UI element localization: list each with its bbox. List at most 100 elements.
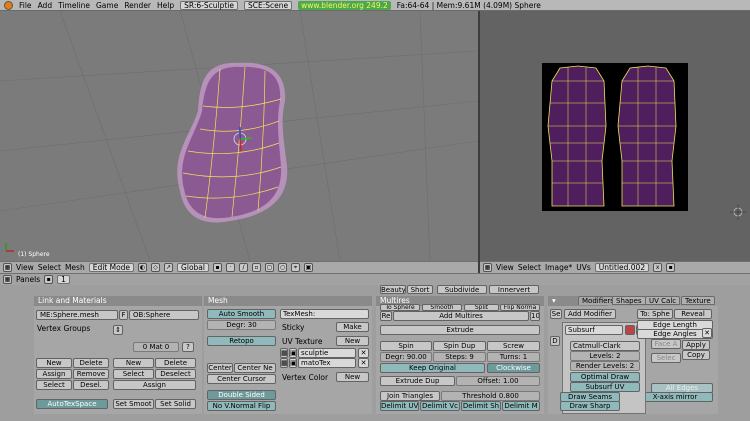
fake-user-button[interactable]: F <box>119 310 128 320</box>
set-solid-button[interactable]: Set Solid <box>155 399 196 409</box>
smooth-degree-field[interactable]: Degr: 30 <box>207 320 276 330</box>
autotexspace-toggle[interactable]: AutoTexSpace <box>36 399 108 409</box>
vgroup-select-button[interactable]: Select <box>36 380 72 390</box>
keep-original-toggle[interactable]: Keep Original <box>380 363 485 373</box>
menu-help[interactable]: Help <box>157 1 174 10</box>
retopo-toggle[interactable]: Retopo <box>207 336 276 346</box>
screw-button[interactable]: Screw <box>487 341 540 351</box>
uv-layer2-active-icon[interactable]: ▦ <box>280 358 288 368</box>
material-select-button[interactable]: Select <box>113 369 154 379</box>
uv-editor-viewport[interactable] <box>480 11 750 261</box>
spin-degrees-field[interactable]: Degr: 90.00 <box>380 352 432 362</box>
peek-se-button[interactable]: Se <box>550 309 562 319</box>
uv-menu-image[interactable]: Image* <box>545 263 572 272</box>
delimit-mat-toggle[interactable]: Delimit M <box>502 401 540 411</box>
multires-level-field[interactable]: 10 <box>530 311 540 321</box>
uv-layer2-delete-icon[interactable]: ✕ <box>358 358 369 368</box>
peek-flip-normals-button[interactable]: Flip Norma <box>500 304 540 311</box>
editor-type-icon[interactable]: ▦ <box>3 263 12 272</box>
peek-d-button[interactable]: D <box>550 336 560 346</box>
edge-select-icon[interactable]: / <box>238 263 248 272</box>
pivot-icon[interactable]: ◇ <box>151 263 161 272</box>
peek-subdivide-button[interactable]: Subdivide <box>437 285 487 294</box>
reveal-button[interactable]: Reveal <box>674 309 712 319</box>
uv-texture-new-button[interactable]: New <box>336 336 369 346</box>
add-modifier-menu[interactable]: Add Modifier <box>564 309 616 319</box>
center-cursor-button[interactable]: Center Cursor <box>207 374 276 384</box>
no-vnormal-flip-toggle[interactable]: No V.Normal Flip <box>207 401 276 411</box>
occlude-icon[interactable]: ◻ <box>264 263 274 272</box>
sticky-make-button[interactable]: Make <box>336 322 369 332</box>
viewport-canvas[interactable] <box>0 10 479 262</box>
apply-modifier-button[interactable]: Apply <box>682 340 710 350</box>
x-axis-mirror-toggle[interactable]: X-axis mirror <box>637 392 713 402</box>
blender-url[interactable]: www.blender.org 249.2 <box>298 0 391 10</box>
face-select-icon[interactable]: ▫ <box>251 263 261 272</box>
spin-button[interactable]: Spin <box>380 341 432 351</box>
join-triangles-button[interactable]: Join Triangles <box>380 391 440 401</box>
snap-icon[interactable]: ⌖ <box>290 263 300 272</box>
extrude-button[interactable]: Extrude <box>380 325 540 335</box>
threshold-field[interactable]: Threshold 0.800 <box>441 391 540 401</box>
optimal-draw-toggle[interactable]: Optimal Draw <box>570 372 640 382</box>
render-levels-field[interactable]: Render Levels: 2 <box>570 361 640 371</box>
screen-selector[interactable]: SR:6-Sculptie <box>180 0 238 10</box>
spin-dup-button[interactable]: Spin Dup <box>433 341 486 351</box>
layer-icon[interactable]: ▪ <box>212 263 222 272</box>
menu-select[interactable]: Select <box>38 263 61 272</box>
subsurf-name-field[interactable]: Subsurf <box>565 325 623 335</box>
tab-uv-calc[interactable]: UV Calc <box>645 296 681 305</box>
texmesh-field[interactable]: TexMesh: <box>280 309 369 319</box>
peek-select-button[interactable]: Selec <box>651 353 681 363</box>
uv-layer1-render-icon[interactable]: ▣ <box>289 348 297 358</box>
vertex-group-menu[interactable]: ⇕ <box>113 325 123 335</box>
uv-editor-type-icon[interactable]: ▦ <box>483 263 492 272</box>
panels-menu[interactable]: Panels <box>16 275 40 284</box>
material-deselect-button[interactable]: Deselect <box>155 369 196 379</box>
menu-timeline[interactable]: Timeline <box>58 1 90 10</box>
object-name-field[interactable]: OB:Sphere <box>129 310 199 320</box>
copy-modifier-button[interactable]: Copy <box>682 350 710 360</box>
peek-short-button[interactable]: Short <box>407 285 433 294</box>
material-delete-button[interactable]: Delete <box>155 358 196 368</box>
subdivision-type-menu[interactable]: Catmull-Clark <box>570 341 640 351</box>
menu-file[interactable]: File <box>19 1 32 10</box>
spin-steps-field[interactable]: Steps: 9 <box>433 352 486 362</box>
modifier-delete-icon[interactable]: ✕ <box>702 328 712 338</box>
uv-layer1-name[interactable]: sculptie <box>298 348 356 358</box>
uv-layer2-name[interactable]: matoTex <box>298 358 356 368</box>
sphere-mesh[interactable] <box>177 62 288 223</box>
delimit-sh-toggle[interactable]: Delimit Sh <box>461 401 501 411</box>
image-pack-icon[interactable]: ▪ <box>666 263 676 272</box>
menu-add[interactable]: Add <box>38 1 53 10</box>
mesh-name-field[interactable]: ME:Sphere.mesh <box>36 310 118 320</box>
material-index-field[interactable]: 0 Mat 0 <box>133 342 179 352</box>
peek-innervert-button[interactable]: Innervert <box>489 285 539 294</box>
menu-game[interactable]: Game <box>96 1 118 10</box>
vgroup-remove-button[interactable]: Remove <box>73 369 109 379</box>
menu-mesh[interactable]: Mesh <box>65 263 85 272</box>
draw-type-icon[interactable]: ◐ <box>138 263 148 272</box>
levels-field[interactable]: Levels: 2 <box>570 351 640 361</box>
screw-turns-field[interactable]: Turns: 1 <box>487 352 540 362</box>
vgroup-new-button[interactable]: New <box>36 358 72 368</box>
tab-shapes[interactable]: Shapes <box>612 296 646 305</box>
peek-re-button[interactable]: Re <box>380 311 392 321</box>
draw-sharp-toggle[interactable]: Draw Sharp <box>560 401 620 411</box>
vertex-color-new-button[interactable]: New <box>336 372 369 382</box>
blender-logo-icon[interactable] <box>4 0 13 10</box>
center-button[interactable]: Center <box>207 363 233 373</box>
modifier-render-icon[interactable] <box>625 325 635 335</box>
vgroup-deselect-button[interactable]: Desel. <box>73 380 109 390</box>
peek-beauty-button[interactable]: Beauty <box>380 285 406 294</box>
tab-texture[interactable]: Texture <box>681 296 715 305</box>
3d-viewport[interactable]: (1) Sphere <box>0 10 479 262</box>
clockwise-toggle[interactable]: Clockwise <box>487 363 540 373</box>
context-icon[interactable]: ▪ <box>44 275 54 284</box>
extrude-dup-button[interactable]: Extrude Dup <box>380 376 455 386</box>
uv-layer1-active-icon[interactable]: ▦ <box>280 348 288 358</box>
set-smooth-button[interactable]: Set Smoot <box>113 399 154 409</box>
subsurf-uv-toggle[interactable]: Subsurf UV <box>570 382 640 392</box>
manipulator-icon[interactable]: ↗ <box>164 263 174 272</box>
vertex-select-icon[interactable]: · <box>225 263 235 272</box>
